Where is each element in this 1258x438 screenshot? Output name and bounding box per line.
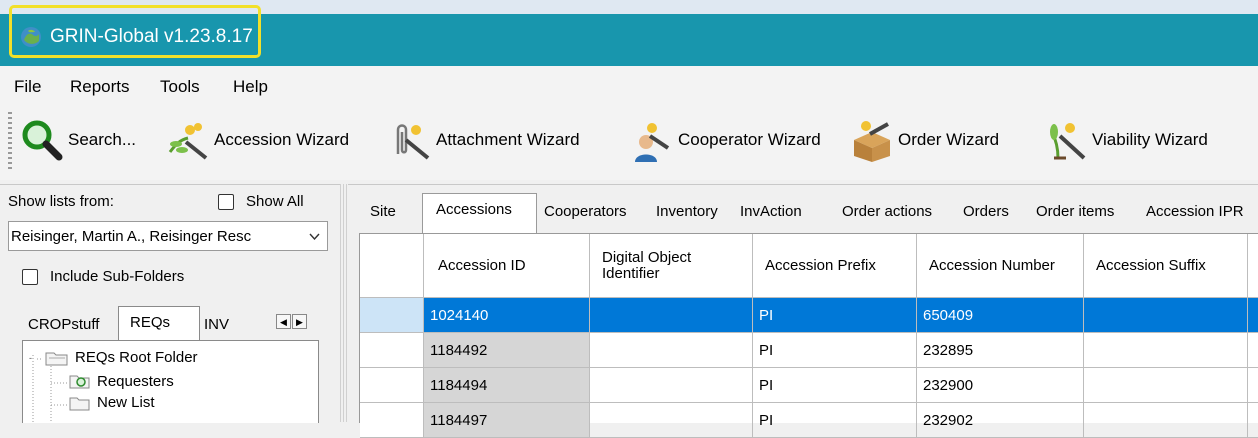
- cell-doi[interactable]: [590, 333, 753, 368]
- paperclip-wand-icon: [396, 124, 430, 160]
- panel-splitter[interactable]: [340, 184, 348, 422]
- tab-site[interactable]: Site: [370, 203, 396, 220]
- cell-next[interactable]: [1248, 333, 1258, 368]
- tab-reqs[interactable]: REQs: [130, 314, 170, 331]
- tree-expander[interactable]: -: [29, 353, 32, 363]
- tab-scroll-left-button[interactable]: ◀: [276, 314, 291, 329]
- folder-tree: - REQs Root Folder Requesters New List: [22, 340, 319, 423]
- grid-corner: [360, 234, 424, 298]
- tab-accessions[interactable]: Accessions: [436, 201, 512, 218]
- cell-number[interactable]: 650409: [917, 298, 1084, 333]
- menu-help[interactable]: Help: [233, 77, 268, 97]
- tree-item-requesters[interactable]: Requesters: [69, 372, 174, 390]
- include-subfolders-label: Include Sub-Folders: [50, 268, 185, 285]
- folder-icon: [69, 397, 90, 410]
- cooperator-wizard-label: Cooperator Wizard: [678, 130, 821, 149]
- box-wand-icon: [854, 121, 890, 162]
- plant-wand-icon: [168, 123, 208, 160]
- person-wand-icon: [635, 123, 670, 162]
- folder-icon: [45, 352, 68, 365]
- app-title: GRIN-Global v1.23.8.17: [50, 26, 253, 47]
- row-header[interactable]: [360, 333, 424, 368]
- show-all-checkbox[interactable]: [218, 194, 234, 210]
- search-button-label: Search...: [68, 130, 137, 149]
- seedling-wand-icon: [1050, 123, 1086, 160]
- order-wizard-button[interactable]: Order Wizard: [850, 112, 999, 168]
- row-header[interactable]: [360, 368, 424, 403]
- tree-item-new-list[interactable]: New List: [69, 394, 155, 411]
- tab-order-items[interactable]: Order items: [1036, 203, 1114, 220]
- menu-tools[interactable]: Tools: [160, 77, 200, 97]
- grin-global-app-icon: [21, 27, 41, 47]
- attachment-wizard-button[interactable]: Attachment Wizard: [388, 112, 580, 168]
- cell-prefix[interactable]: PI: [753, 298, 917, 333]
- include-subfolders-checkbox[interactable]: [22, 269, 38, 285]
- show-all-label: Show All: [246, 193, 304, 210]
- tab-orders[interactable]: Orders: [963, 203, 1009, 220]
- tab-invaction[interactable]: InvAction: [740, 203, 802, 220]
- cell-accession-id[interactable]: 1024140: [424, 298, 590, 333]
- cell-suffix[interactable]: [1084, 403, 1248, 438]
- cell-next[interactable]: [1248, 368, 1258, 403]
- search-folder-icon: [69, 375, 90, 389]
- search-button[interactable]: Search...: [20, 112, 136, 168]
- cell-prefix[interactable]: PI: [753, 403, 917, 438]
- tab-order-actions[interactable]: Order actions: [842, 203, 932, 220]
- cell-number[interactable]: 232895: [917, 333, 1084, 368]
- owner-select[interactable]: Reisinger, Martin A., Reisinger Resc: [8, 221, 328, 251]
- cell-number[interactable]: 232900: [917, 368, 1084, 403]
- tree-item-label: New List: [97, 394, 155, 411]
- cell-doi[interactable]: [590, 368, 753, 403]
- col-header-accession-number[interactable]: Accession Number: [917, 234, 1084, 298]
- tab-inventory[interactable]: Inventory: [656, 203, 718, 220]
- cell-next[interactable]: [1248, 298, 1258, 333]
- col-header-next[interactable]: [1248, 234, 1258, 298]
- show-lists-from-label: Show lists from:: [8, 193, 114, 210]
- cell-suffix[interactable]: [1084, 333, 1248, 368]
- accession-wizard-button[interactable]: Accession Wizard: [166, 112, 349, 168]
- row-header[interactable]: [360, 403, 424, 438]
- tree-item-label: Requesters: [97, 372, 174, 390]
- chevron-down-icon: [309, 233, 320, 240]
- menu-reports[interactable]: Reports: [70, 77, 130, 97]
- menu-bar: File Reports Tools Help: [0, 66, 1258, 104]
- col-header-doi[interactable]: Digital Object Identifier: [590, 234, 753, 298]
- row-header[interactable]: [360, 298, 424, 333]
- cell-next[interactable]: [1248, 403, 1258, 438]
- cell-doi[interactable]: [590, 403, 753, 438]
- col-header-accession-prefix[interactable]: Accession Prefix: [753, 234, 917, 298]
- cell-suffix[interactable]: [1084, 298, 1248, 333]
- left-tab-strip: CROPstuff REQs INV ◀ ▶: [22, 306, 317, 341]
- attachment-wizard-label: Attachment Wizard: [436, 130, 580, 149]
- cooperator-wizard-button[interactable]: Cooperator Wizard: [630, 112, 821, 168]
- magnifier-icon: [22, 120, 63, 161]
- tab-inv[interactable]: INV: [204, 316, 229, 333]
- cell-suffix[interactable]: [1084, 368, 1248, 403]
- toolbar-grip[interactable]: [8, 112, 12, 170]
- cell-accession-id[interactable]: 1184494: [424, 368, 590, 403]
- menu-file[interactable]: File: [14, 77, 41, 97]
- cell-accession-id[interactable]: 1184492: [424, 333, 590, 368]
- tab-cropstuff[interactable]: CROPstuff: [28, 316, 99, 333]
- viability-wizard-button[interactable]: Viability Wizard: [1044, 112, 1208, 168]
- tab-cooperators[interactable]: Cooperators: [544, 203, 627, 220]
- tab-accession-ipr[interactable]: Accession IPR: [1146, 203, 1244, 220]
- tree-item-reqs-root[interactable]: REQs Root Folder: [45, 349, 198, 366]
- accession-wizard-label: Accession Wizard: [214, 130, 350, 149]
- col-header-accession-suffix[interactable]: Accession Suffix: [1084, 234, 1248, 298]
- tree-item-label: REQs Root Folder: [75, 349, 198, 366]
- cell-prefix[interactable]: PI: [753, 368, 917, 403]
- cell-prefix[interactable]: PI: [753, 333, 917, 368]
- order-wizard-label: Order Wizard: [898, 130, 1000, 149]
- data-grid: Accession ID Digital Object Identifier A…: [359, 233, 1258, 438]
- cell-number[interactable]: 232902: [917, 403, 1084, 438]
- col-header-accession-id[interactable]: Accession ID: [424, 234, 590, 298]
- cell-accession-id[interactable]: 1184497: [424, 403, 590, 438]
- tab-scroll-right-button[interactable]: ▶: [292, 314, 307, 329]
- viability-wizard-label: Viability Wizard: [1092, 130, 1208, 149]
- owner-select-value: Reisinger, Martin A., Reisinger Resc: [11, 228, 252, 245]
- cell-doi[interactable]: [590, 298, 753, 333]
